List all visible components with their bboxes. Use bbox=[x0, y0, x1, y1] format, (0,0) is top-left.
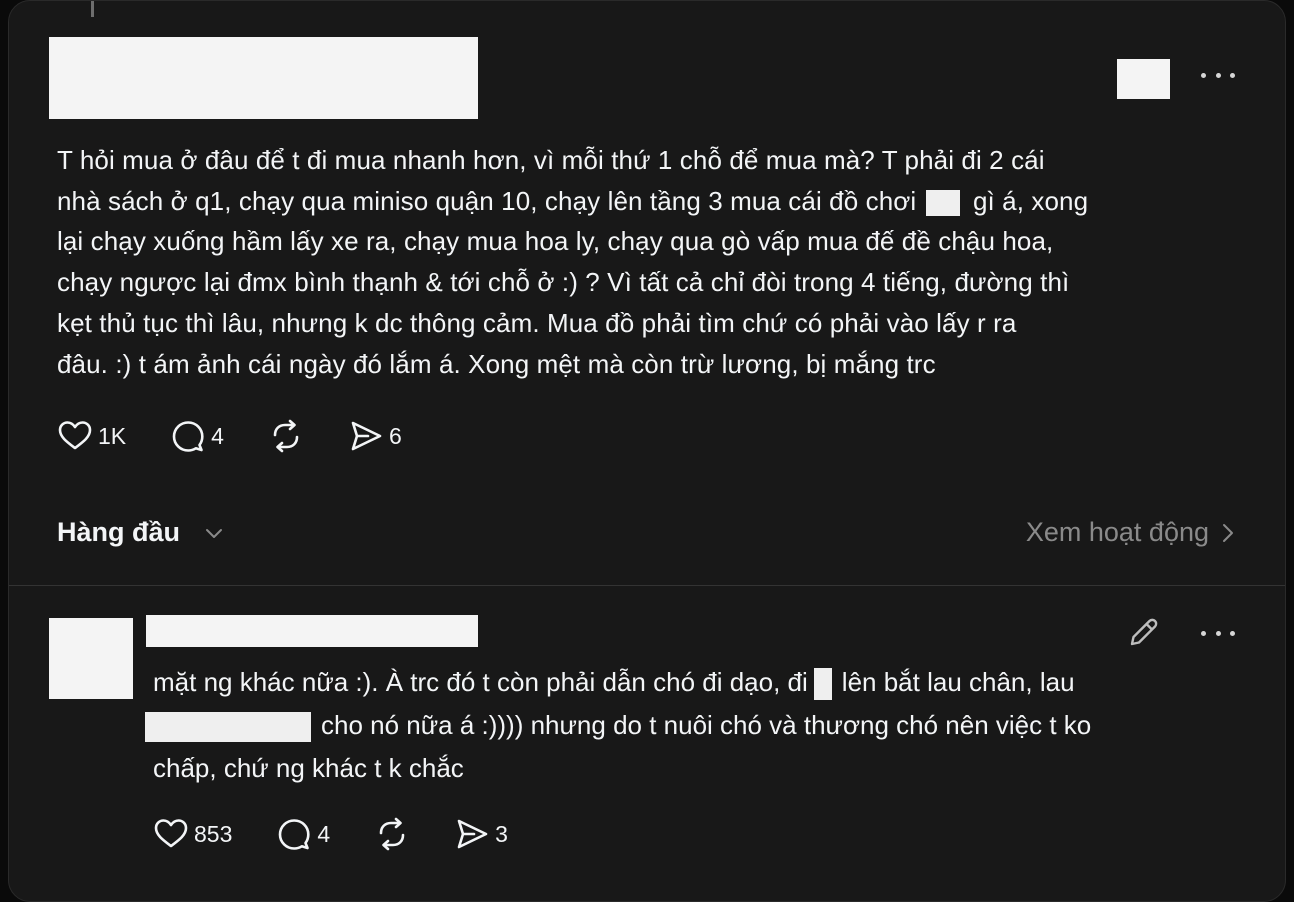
reply-line-1-start: mặt ng khác nữa :). À trc đó t còn phải … bbox=[153, 667, 808, 697]
post-line-3: lại chạy xuống hầm lấy xe ra, chạy mua h… bbox=[57, 226, 1054, 257]
thread-line bbox=[91, 1, 94, 17]
reply-reply-count: 4 bbox=[317, 820, 331, 847]
repost-icon bbox=[273, 419, 299, 453]
send-icon bbox=[351, 421, 382, 451]
reply-body: mặt ng khác nữa :). À trc đó t còn phải … bbox=[145, 661, 1253, 790]
view-activity-label: Xem hoạt động bbox=[1025, 517, 1209, 547]
repost-button[interactable] bbox=[268, 418, 304, 454]
chevron-down-icon[interactable] bbox=[205, 527, 223, 541]
redacted-reply-avatar bbox=[49, 618, 133, 699]
reply-line-3: chấp, chứ ng khác t k chắc bbox=[153, 753, 464, 783]
section-divider bbox=[9, 585, 1285, 586]
repost-icon bbox=[379, 817, 405, 851]
reply-count: 4 bbox=[211, 422, 224, 449]
post-line-2: nhà sách ở q1, chạy qua miniso quận 10, … bbox=[57, 181, 1237, 222]
reply-like-button[interactable]: 853 bbox=[153, 816, 232, 852]
post-line-2-end: gì á, xong bbox=[972, 185, 1089, 216]
send-icon bbox=[457, 819, 488, 849]
share-count: 6 bbox=[388, 422, 402, 449]
reply-actions: 853 4 3 bbox=[153, 816, 552, 852]
view-activity-link[interactable]: Xem hoạt động bbox=[1026, 517, 1235, 548]
reply-button[interactable]: 4 bbox=[170, 418, 224, 454]
reply-reply-button[interactable]: 4 bbox=[276, 816, 330, 852]
post-line-4: chạy ngược lại đmx bình thạnh & tới chỗ … bbox=[57, 267, 1070, 298]
like-count: 1K bbox=[98, 422, 127, 449]
redacted-word bbox=[813, 668, 832, 701]
comment-bubble-icon bbox=[279, 819, 310, 850]
reply-share-count: 3 bbox=[495, 820, 508, 847]
post-more-icon[interactable] bbox=[1201, 71, 1235, 79]
share-button[interactable]: 6 bbox=[348, 418, 402, 454]
comment-bubble-icon bbox=[172, 421, 204, 452]
post-line-5: kẹt thủ tục thì lâu, nhưng k dc thông cả… bbox=[57, 307, 1017, 338]
redacted-author-block bbox=[49, 37, 478, 119]
post-body: T hỏi mua ở đâu để t đi mua nhanh hơn, v… bbox=[57, 140, 1237, 384]
redacted-word bbox=[925, 189, 960, 216]
like-button[interactable]: 1K bbox=[57, 418, 126, 454]
post-line-1: T hỏi mua ở đâu để t đi mua nhanh hơn, v… bbox=[57, 145, 1045, 175]
heart-icon bbox=[154, 819, 188, 848]
post-line-6: đâu. :) t ám ảnh cái ngày đó lắm á. Xong… bbox=[57, 348, 936, 379]
reply-line-1: mặt ng khác nữa :). À trc đó t còn phải … bbox=[153, 661, 1253, 704]
redacted-avatar-right bbox=[1117, 59, 1170, 99]
post-line-2-text: nhà sách ở q1, chạy qua miniso quận 10, … bbox=[57, 185, 917, 216]
replies-sort-row: Hàng đầu Xem hoạt động bbox=[57, 513, 1235, 553]
reply-line-1-end: lên bắt lau chân, lau bbox=[841, 667, 1075, 697]
chevron-right-icon bbox=[1223, 523, 1233, 542]
reply-line-2-text: cho nó nữa á :)))) nhưng do t nuôi chó v… bbox=[321, 710, 1092, 740]
redacted-reply-username bbox=[146, 615, 478, 647]
reply-repost-button[interactable] bbox=[374, 816, 410, 852]
sort-dropdown-label[interactable]: Hàng đầu bbox=[57, 517, 180, 548]
reply-more-icon[interactable] bbox=[1201, 629, 1235, 637]
heart-icon bbox=[58, 421, 92, 450]
post-card: T hỏi mua ở đâu để t đi mua nhanh hơn, v… bbox=[8, 0, 1286, 902]
redacted-phrase bbox=[145, 712, 311, 743]
pencil-icon[interactable] bbox=[1127, 615, 1161, 649]
reply-like-count: 853 bbox=[194, 820, 233, 847]
post-actions: 1K 4 6 bbox=[57, 418, 446, 454]
reply-share-button[interactable]: 3 bbox=[454, 816, 508, 852]
reply-line-2: cho nó nữa á :)))) nhưng do t nuôi chó v… bbox=[145, 704, 1253, 747]
